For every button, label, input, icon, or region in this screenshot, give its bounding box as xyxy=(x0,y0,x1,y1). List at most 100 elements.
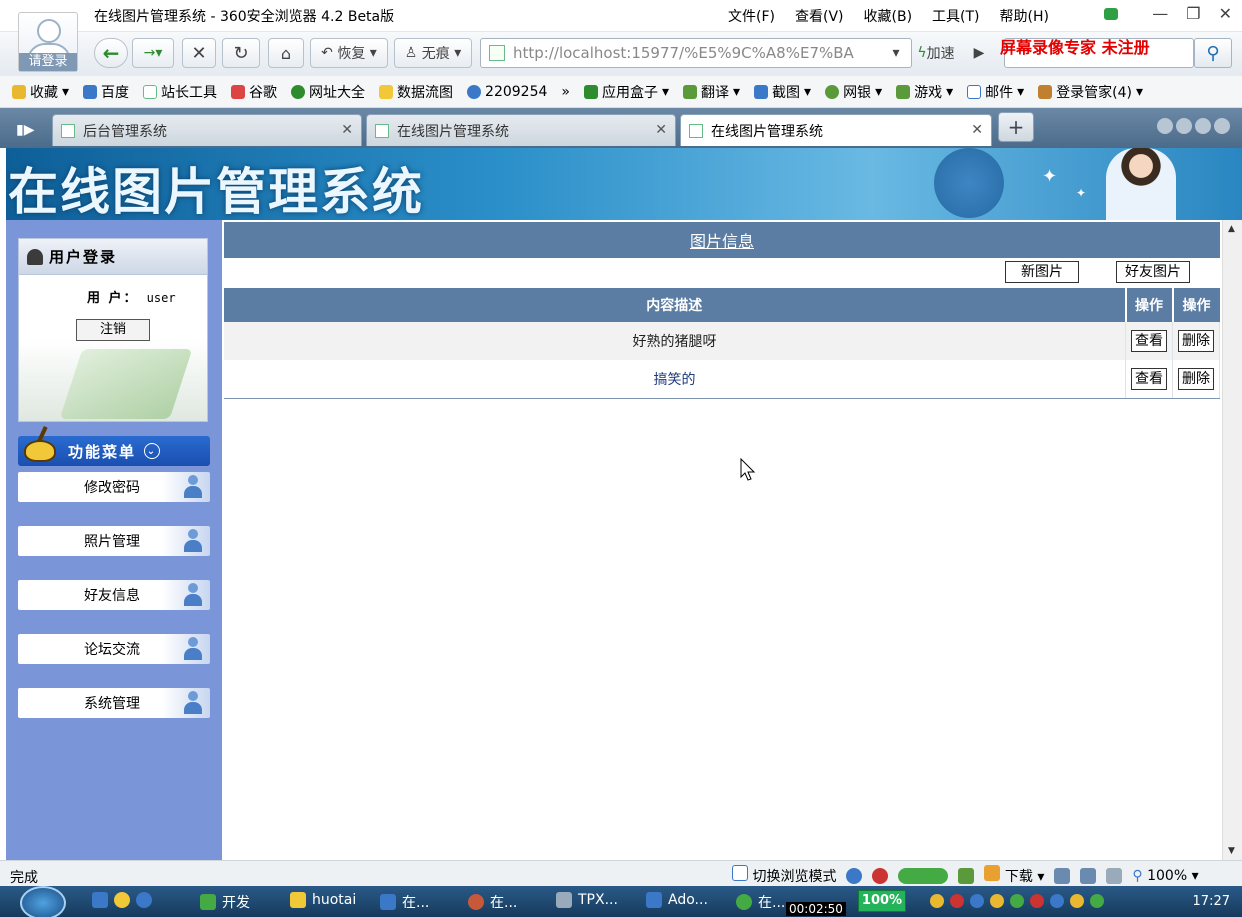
toggle-icon[interactable] xyxy=(898,867,949,884)
bookmark-mail[interactable]: 邮件 ▾ xyxy=(967,82,1024,102)
bookmark-translate[interactable]: 翻译 ▾ xyxy=(683,82,740,102)
tab-next-icon[interactable] xyxy=(1176,118,1192,134)
tray-icon[interactable] xyxy=(1010,894,1024,908)
bookmark-webmaster-tools[interactable]: 站长工具 xyxy=(143,82,217,102)
menu-file[interactable]: 文件(F) xyxy=(728,6,775,26)
tab-photo-system-active[interactable]: 在线图片管理系统 ✕ xyxy=(680,114,992,146)
menu-favorites[interactable]: 收藏(B) xyxy=(864,6,913,26)
tray-icon[interactable] xyxy=(930,894,944,908)
taskbar-item-adobe[interactable]: Ado... xyxy=(646,892,708,908)
taskbar-item-browser[interactable]: 在... xyxy=(736,892,785,912)
back-button[interactable]: ← xyxy=(94,38,128,68)
delete-button[interactable]: 删除 xyxy=(1178,330,1214,352)
menu-help[interactable]: 帮助(H) xyxy=(1000,6,1049,26)
tray-icon[interactable] xyxy=(1070,894,1084,908)
shield-icon[interactable] xyxy=(1090,894,1104,908)
page-icon xyxy=(489,45,505,61)
tab-admin-system[interactable]: 后台管理系统 ✕ xyxy=(52,114,362,146)
incognito-button[interactable]: ♙ 无痕 ▾ xyxy=(394,38,472,68)
avatar[interactable]: 请登录 xyxy=(18,12,78,72)
address-dropdown[interactable]: ▾ xyxy=(882,38,910,68)
browser-icon[interactable] xyxy=(872,867,889,884)
tab-list-icon[interactable] xyxy=(1195,118,1211,134)
switch-mode-button[interactable]: 切换浏览模式 xyxy=(732,865,836,886)
taskbar-item-word[interactable]: 在... xyxy=(380,892,429,912)
show-desktop-icon[interactable] xyxy=(92,892,108,908)
tab-photo-system-1[interactable]: 在线图片管理系统 ✕ xyxy=(366,114,676,146)
vertical-scrollbar[interactable]: ▲ ▼ xyxy=(1222,220,1242,860)
bookmark-login-manager[interactable]: 登录管家(4) ▾ xyxy=(1038,82,1143,102)
tab-close-icon[interactable]: ✕ xyxy=(655,122,667,138)
forward-button[interactable]: →▾ xyxy=(132,38,174,68)
taskbar-item-huotai[interactable]: huotai xyxy=(290,892,356,908)
bookmark-bank[interactable]: 网银 ▾ xyxy=(825,82,882,102)
scroll-up-icon[interactable]: ▲ xyxy=(1228,224,1235,234)
sidebar-item-change-password[interactable]: 修改密码 xyxy=(18,472,210,502)
sidebar-item-friend-info[interactable]: 好友信息 xyxy=(18,580,210,610)
taskbar-item-paint[interactable]: 在... xyxy=(468,892,517,912)
ie-icon[interactable] xyxy=(846,867,863,884)
friend-pictures-button[interactable]: 好友图片 xyxy=(1116,261,1190,283)
address-bar[interactable]: http://localhost:15977/%E5%9C%A8%E7%BA xyxy=(480,38,912,68)
home-button[interactable]: ⌂ xyxy=(268,38,304,68)
tab-close-icon[interactable]: ✕ xyxy=(971,122,983,138)
sidebar-item-forum[interactable]: 论坛交流 xyxy=(18,634,210,664)
menu-bar: 文件(F) 查看(V) 收藏(B) 工具(T) 帮助(H) xyxy=(728,6,1049,26)
sidebar-item-system-management[interactable]: 系统管理 xyxy=(18,688,210,718)
skin-icon[interactable] xyxy=(1104,8,1118,20)
calculator-icon[interactable] xyxy=(958,867,975,884)
new-picture-button[interactable]: 新图片 xyxy=(1005,261,1079,283)
stop-button[interactable]: ✕ xyxy=(182,38,216,68)
bookmark-screenshot[interactable]: 截图 ▾ xyxy=(754,82,811,102)
refresh-button[interactable]: ↻ xyxy=(222,38,260,68)
tab-close-icon[interactable]: ✕ xyxy=(341,122,353,138)
maximize-button[interactable]: ❐ xyxy=(1186,4,1200,23)
bookmark-app-box[interactable]: 应用盒子 ▾ xyxy=(583,82,669,102)
recorder-icon[interactable] xyxy=(1054,867,1071,884)
picture-info-title[interactable]: 图片信息 xyxy=(224,222,1220,258)
tray-icon[interactable] xyxy=(950,894,964,908)
bookmark-games[interactable]: 游戏 ▾ xyxy=(896,82,953,102)
bookmark-favorites[interactable]: 收藏 ▾ xyxy=(12,82,69,102)
speaker-icon[interactable] xyxy=(1106,867,1123,884)
bookmark-google[interactable]: 谷歌 xyxy=(231,82,277,102)
tray-icon[interactable] xyxy=(990,894,1004,908)
new-tab-button[interactable]: + xyxy=(998,112,1034,142)
taskbar-item-dev[interactable]: 开发 xyxy=(200,892,250,912)
bookmark-dataflow[interactable]: 数据流图 xyxy=(379,82,453,102)
menu-tools[interactable]: 工具(T) xyxy=(932,6,979,26)
play-button[interactable]: ▶ xyxy=(966,38,992,68)
broom-icon xyxy=(22,425,58,466)
bookmark-url-directory[interactable]: 网址大全 xyxy=(291,82,365,102)
tray-icon[interactable] xyxy=(1050,894,1064,908)
zoom-control[interactable]: ⚲ 100% ▾ xyxy=(1132,868,1198,884)
search-button[interactable]: ⚲ xyxy=(1194,38,1232,68)
delete-button[interactable]: 删除 xyxy=(1178,367,1214,390)
speedup-button[interactable]: ϟ 加速 xyxy=(910,38,962,68)
logout-button[interactable]: 注销 xyxy=(76,319,150,341)
close-window-button[interactable]: ✕ xyxy=(1219,4,1232,23)
bookmark-more[interactable]: » xyxy=(561,84,570,100)
column-header-description: 内容描述 xyxy=(224,288,1127,322)
sidebar-toggle-icon[interactable]: ▮▶ xyxy=(16,122,34,138)
browser-360-icon[interactable] xyxy=(114,892,130,908)
tray-icon[interactable] xyxy=(970,894,984,908)
restore-button[interactable]: ↶ 恢复 ▾ xyxy=(310,38,388,68)
tab-prev-icon[interactable] xyxy=(1157,118,1173,134)
tab-close-all-icon[interactable] xyxy=(1214,118,1230,134)
tray-icon[interactable] xyxy=(1030,894,1044,908)
menu-view[interactable]: 查看(V) xyxy=(795,6,844,26)
bookmark-baidu[interactable]: 百度 xyxy=(83,82,129,102)
scroll-down-icon[interactable]: ▼ xyxy=(1228,846,1235,856)
start-button[interactable] xyxy=(20,886,66,917)
download-button[interactable]: 下载 ▾ xyxy=(984,865,1044,886)
login-header-label: 用户登录 xyxy=(49,248,118,266)
view-button[interactable]: 查看 xyxy=(1131,330,1167,352)
ie-icon[interactable] xyxy=(136,892,152,908)
window-mode-icon[interactable] xyxy=(1080,867,1097,884)
bookmark-number[interactable]: 2209254 xyxy=(467,84,547,100)
taskbar-item-tpx[interactable]: TPX... xyxy=(556,892,618,908)
view-button[interactable]: 查看 xyxy=(1131,367,1167,390)
sidebar-item-photo-management[interactable]: 照片管理 xyxy=(18,526,210,556)
minimize-button[interactable]: — xyxy=(1152,4,1168,23)
